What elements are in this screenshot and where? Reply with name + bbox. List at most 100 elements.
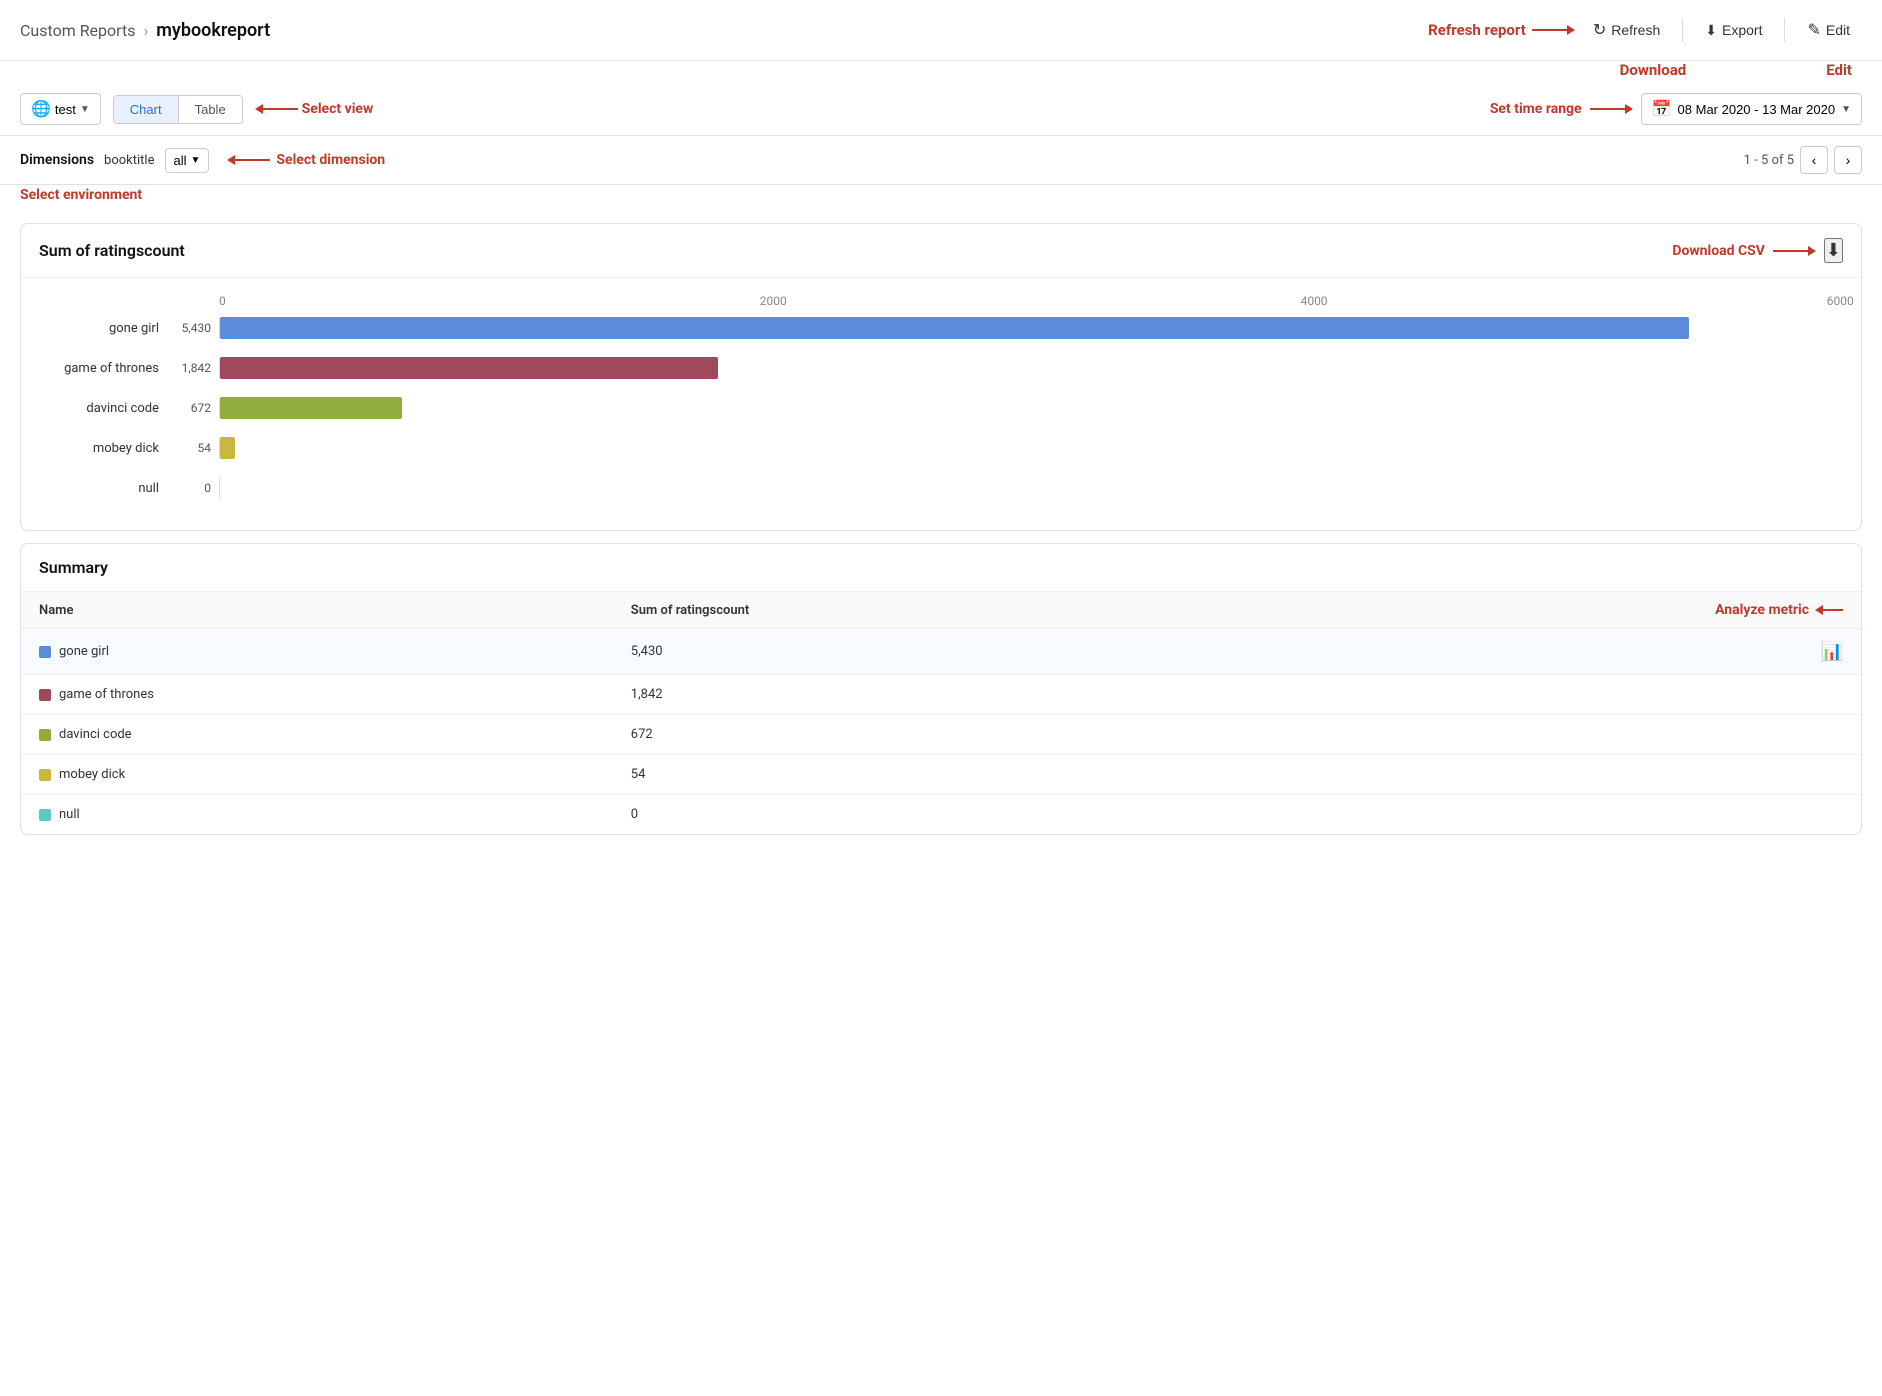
bar-label-1: game of thrones [39,361,169,376]
bar-fill-2 [220,397,402,419]
filter-dropdown-arrow: ▼ [191,155,201,166]
pagination-area: 1 - 5 of 5 ‹ › [1744,146,1862,174]
row-name-3: mobey dick [59,767,125,782]
color-swatch-2 [39,729,51,741]
export-icon [1705,22,1717,39]
table-cell-name-1: game of thrones [21,675,613,715]
summary-title: Summary [39,558,108,577]
chart-card: Sum of ratingscount Download CSV ⬇ 0 200… [20,223,1862,531]
export-button[interactable]: Export [1693,16,1774,45]
env-label: test [55,102,76,117]
analyze-button-0[interactable]: 📊 [1821,641,1843,662]
select-dimension-label: Select dimension [276,152,385,168]
env-dropdown-arrow: ▼ [80,104,90,115]
table-row: mobey dick 54 [21,755,1861,795]
table-cell-value-2: 672 [613,715,1219,755]
chart-view-button[interactable]: Chart [114,96,179,123]
axis-label-4000: 4000 [1301,294,1328,308]
bar-row-game-of-thrones: game of thrones 1,842 [39,354,1843,382]
refresh-report-arrow [1532,25,1575,35]
time-range-section: Set time range 📅 08 Mar 2020 - 13 Mar 20… [1490,93,1862,125]
bar-label-2: davinci code [39,401,169,416]
table-cell-analyze-0: 📊 [1218,629,1861,675]
bar-row-null: null 0 [39,474,1843,502]
bar-track-0 [219,317,1843,339]
select-view-label: Select view [302,101,374,117]
table-view-button[interactable]: Table [179,96,242,123]
bar-fill-3 [220,437,235,459]
color-swatch-0 [39,646,51,658]
row-name-2: davinci code [59,727,132,742]
bar-fill-0 [220,317,1689,339]
summary-header: Summary [21,544,1861,592]
table-row: game of thrones 1,842 [21,675,1861,715]
table-row: null 0 [21,795,1861,835]
date-picker-button[interactable]: 📅 08 Mar 2020 - 13 Mar 2020 ▼ [1641,93,1862,125]
dimensions-row: Dimensions booktitle all ▼ Select dimens… [0,136,1882,185]
select-view-arrow [255,104,298,114]
breadcrumb-current: mybookreport [156,20,270,41]
table-cell-analyze-4 [1218,795,1861,835]
table-cell-name-2: davinci code [21,715,613,755]
select-dimension-annotation-area: Select dimension [227,152,385,168]
separator-2 [1784,18,1785,42]
next-page-button[interactable]: › [1834,146,1862,174]
color-swatch-1 [39,689,51,701]
bar-fill-1 [220,357,718,379]
table-cell-value-1: 1,842 [613,675,1219,715]
dimensions-label: Dimensions [20,152,94,168]
bar-label-3: mobey dick [39,441,169,456]
download-csv-button[interactable]: ⬇ [1824,238,1843,263]
prev-page-button[interactable]: ‹ [1800,146,1828,174]
bar-value-0: 5,430 [169,321,219,335]
dimension-filter[interactable]: all ▼ [165,148,210,173]
download-csv-annotation: Download CSV [1672,243,1765,259]
axis-label-2000: 2000 [760,294,787,308]
dimension-filter-value: all [174,153,187,168]
summary-table-body: gone girl 5,430 📊 game of thrones [21,629,1861,835]
bar-track-4 [219,477,1843,499]
summary-card: Summary Name Sum of ratingscount Analyze… [20,543,1862,835]
axis-label-0: 0 [219,294,226,308]
table-row: davinci code 672 [21,715,1861,755]
table-cell-name-3: mobey dick [21,755,613,795]
bar-value-4: 0 [169,481,219,495]
export-label: Export [1722,22,1762,38]
set-time-range-annotation: Set time range [1490,101,1582,117]
analyze-metric-label: Analyze metric [1715,602,1809,618]
analyze-metric-annotation-area: Analyze metric [1236,602,1843,618]
header-actions: Refresh report Refresh Export Edit [1428,14,1862,46]
breadcrumb-parent[interactable]: Custom Reports [20,21,135,40]
chart-axis-row: 0 2000 4000 6000 [219,294,1843,310]
table-cell-value-4: 0 [613,795,1219,835]
globe-icon: 🌐 [31,99,51,119]
separator-1 [1682,18,1683,42]
color-swatch-3 [39,769,51,781]
edit-button[interactable]: Edit [1795,14,1862,46]
header: Custom Reports › mybookreport Refresh re… [0,0,1882,61]
time-range-arrow [1590,104,1633,114]
col-metric-header: Sum of ratingscount [613,592,1219,629]
table-cell-name-4: null [21,795,613,835]
toolbar: 🌐 test ▼ Chart Table Select view Set tim… [0,83,1882,136]
select-dim-arrow [227,155,270,165]
bar-label-4: null [39,481,169,496]
refresh-button[interactable]: Refresh [1581,14,1672,46]
refresh-report-annotation: Refresh report [1428,21,1526,39]
table-cell-analyze-3 [1218,755,1861,795]
chart-title: Sum of ratingscount [39,241,1672,260]
calendar-icon: 📅 [1652,99,1672,119]
page-info: 1 - 5 of 5 [1744,153,1794,168]
row-name-0: gone girl [59,644,109,659]
chart-area: 0 2000 4000 6000 gone girl 5,430 game of… [21,278,1861,530]
table-cell-value-0: 5,430 [613,629,1219,675]
select-view-annotation: Select view [255,101,374,117]
bar-row-mobey-dick: mobey dick 54 [39,434,1843,462]
table-cell-value-3: 54 [613,755,1219,795]
env-selector[interactable]: 🌐 test ▼ [20,93,101,125]
col-name-header: Name [21,592,613,629]
bar-value-3: 54 [169,441,219,455]
table-row: gone girl 5,430 📊 [21,629,1861,675]
bar-track-3 [219,437,1843,459]
header-annotations-row: Download Edit [0,61,1882,83]
